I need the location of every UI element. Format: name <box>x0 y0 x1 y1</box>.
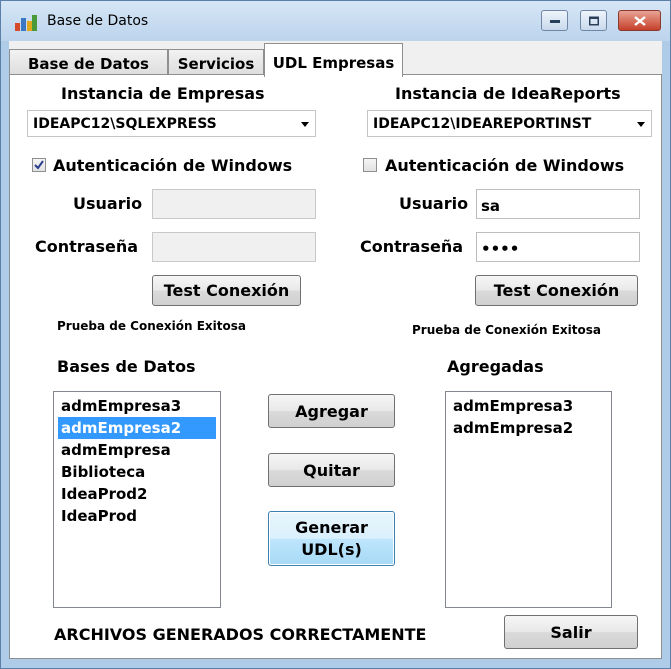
list-item[interactable]: admEmpresa2 <box>450 417 607 439</box>
right-test-connection-button[interactable]: Test Conexión <box>475 275 638 306</box>
chevron-down-icon <box>301 122 309 127</box>
left-connection-status: Prueba de Conexión Exitosa <box>57 319 246 333</box>
tab-strip: Base de Datos Servicios UDL Empresas <box>9 43 662 77</box>
right-password-field[interactable]: •••• <box>476 232 640 262</box>
title-bar[interactable]: Base de Datos <box>1 1 670 41</box>
left-user-field[interactable] <box>152 189 316 219</box>
list-item[interactable]: IdeaProd <box>58 505 216 527</box>
right-windows-auth-label: Autenticación de Windows <box>385 156 625 175</box>
generate-udl-button[interactable]: Generar UDL(s) <box>268 511 395 566</box>
tab-udl-empresas[interactable]: UDL Empresas <box>264 43 403 77</box>
minimize-icon <box>549 19 560 23</box>
tab-servicios[interactable]: Servicios <box>168 49 264 76</box>
list-item[interactable]: IdeaProd2 <box>58 483 216 505</box>
left-test-connection-button[interactable]: Test Conexión <box>152 275 301 306</box>
left-password-field[interactable] <box>152 232 316 262</box>
generate-udl-line1: Generar <box>295 517 368 537</box>
tab-base-de-datos[interactable]: Base de Datos <box>9 49 168 76</box>
left-user-label: Usuario <box>73 194 143 213</box>
maximize-icon <box>588 16 599 25</box>
added-label: Agregadas <box>447 357 544 376</box>
exit-button[interactable]: Salir <box>504 615 638 649</box>
close-icon <box>633 15 646 26</box>
maximize-button[interactable] <box>580 10 607 31</box>
right-instance-select[interactable]: IDEAPC12\IDEAREPORTINST <box>367 110 652 137</box>
right-connection-status: Prueba de Conexión Exitosa <box>412 323 601 337</box>
minimize-button[interactable] <box>541 10 568 31</box>
list-item[interactable]: admEmpresa3 <box>450 395 607 417</box>
client-area: Base de Datos Servicios UDL Empresas Ins… <box>9 41 662 659</box>
right-instance-label: Instancia de IdeaReports <box>395 84 621 103</box>
right-user-label: Usuario <box>399 194 469 213</box>
left-instance-select[interactable]: IDEAPC12\SQLEXPRESS <box>27 110 316 137</box>
right-user-field[interactable]: sa <box>476 189 640 219</box>
main-window: Base de Datos Base de Datos Servicios UD… <box>0 0 671 669</box>
left-password-label: Contraseña <box>35 237 139 256</box>
generate-udl-line2: UDL(s) <box>301 539 362 559</box>
generation-status: ARCHIVOS GENERADOS CORRECTAMENTE <box>54 625 427 644</box>
right-windows-auth-checkbox[interactable] <box>363 158 377 172</box>
left-instance-label: Instancia de Empresas <box>61 84 265 103</box>
list-item[interactable]: Biblioteca <box>58 461 216 483</box>
left-windows-auth-label: Autenticación de Windows <box>53 156 293 175</box>
right-instance-value: IDEAPC12\IDEAREPORTINST <box>373 116 592 132</box>
chevron-down-icon <box>637 122 645 127</box>
databases-label: Bases de Datos <box>57 357 196 376</box>
right-password-label: Contraseña <box>360 237 464 256</box>
list-item[interactable]: admEmpresa <box>58 439 216 461</box>
databases-listbox[interactable]: admEmpresa3 admEmpresa2 admEmpresa Bibli… <box>53 391 221 608</box>
left-windows-auth-checkbox[interactable] <box>32 158 46 172</box>
add-button[interactable]: Agregar <box>268 394 395 428</box>
checkmark-icon <box>34 160 44 170</box>
remove-button[interactable]: Quitar <box>268 453 395 487</box>
window-title: Base de Datos <box>47 13 149 29</box>
list-item[interactable]: admEmpresa3 <box>58 395 216 417</box>
close-button[interactable] <box>618 10 661 31</box>
left-instance-value: IDEAPC12\SQLEXPRESS <box>33 116 217 132</box>
udl-empresas-page: Instancia de Empresas IDEAPC12\SQLEXPRES… <box>9 74 662 659</box>
added-listbox[interactable]: admEmpresa3 admEmpresa2 <box>445 391 612 608</box>
list-item-selected[interactable]: admEmpresa2 <box>58 417 216 439</box>
database-app-icon <box>15 15 37 31</box>
